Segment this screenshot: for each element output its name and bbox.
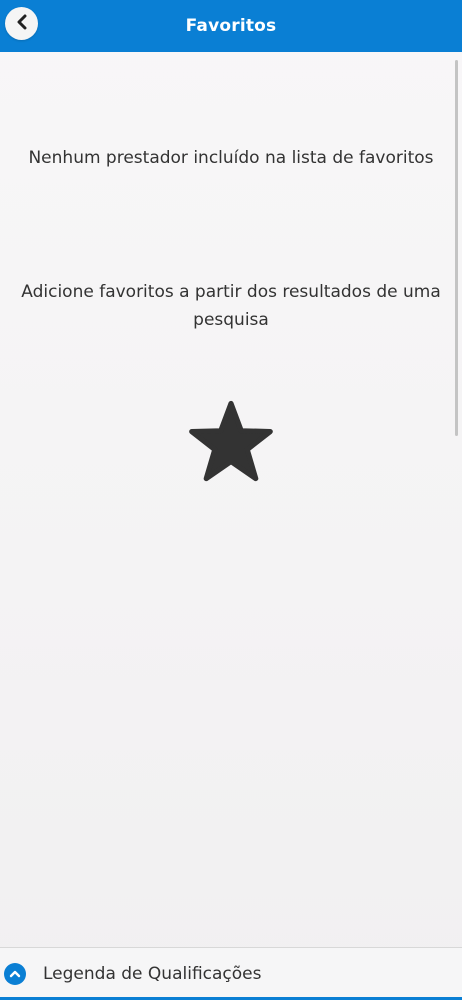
chevron-up-icon[interactable]	[4, 963, 26, 985]
favorites-content[interactable]: Nenhum prestador incluído na lista de fa…	[0, 52, 462, 947]
qualifications-legend-bar[interactable]: Legenda de Qualificações	[0, 947, 462, 1000]
page-title: Favoritos	[185, 16, 277, 36]
star-icon	[188, 400, 274, 482]
qualifications-legend-label[interactable]: Legenda de Qualificações	[43, 964, 261, 984]
favorites-screen: Favoritos Nenhum prestador incluído na l…	[0, 0, 462, 1000]
chevron-left-icon	[15, 14, 29, 34]
app-header: Favoritos	[0, 0, 462, 52]
add-favorites-hint: Adicione favoritos a partir dos resultad…	[21, 282, 441, 330]
back-button[interactable]	[5, 7, 38, 40]
scrollbar[interactable]	[455, 60, 458, 436]
empty-favorites-message: Nenhum prestador incluído na lista de fa…	[28, 148, 434, 168]
